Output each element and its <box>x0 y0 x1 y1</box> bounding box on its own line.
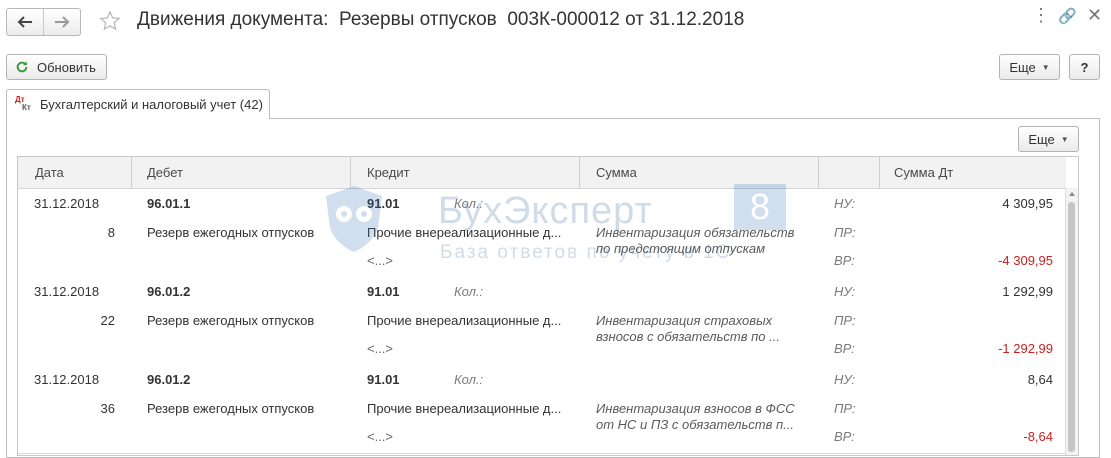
content-line-1: Инвентаризация обязательств <box>596 225 795 240</box>
row-date: 31.12.2018 <box>34 372 100 387</box>
vr-amount: -1 292,99 <box>998 341 1053 356</box>
refresh-button[interactable]: Обновить <box>6 54 107 80</box>
pr-label: ПР: <box>834 313 856 328</box>
column-divider <box>350 157 351 188</box>
scroll-up-icon[interactable] <box>1069 192 1075 196</box>
more-button[interactable]: Еще ▼ <box>999 54 1060 80</box>
vr-label: ВР: <box>834 429 855 444</box>
column-divider <box>879 157 880 188</box>
content-line-2: взносов с обязательств по ... <box>596 329 780 344</box>
entries-table[interactable]: Дата Дебет Кредит Сумма Сумма Дт 31.12.2… <box>17 156 1079 456</box>
credit-subconto-2: <...> <box>367 253 394 268</box>
credit-subconto: Прочие внереализационные д... <box>367 401 562 416</box>
more-label: Еще <box>1009 59 1036 75</box>
favorite-button[interactable] <box>97 8 123 34</box>
nu-label: НУ: <box>834 196 856 211</box>
content-line-1: Инвентаризация взносов в ФСС <box>596 401 795 416</box>
caret-down-icon: ▼ <box>1060 134 1069 144</box>
vr-amount: -4 309,95 <box>998 253 1053 268</box>
vertical-scrollbar[interactable] <box>1065 188 1078 455</box>
row-number: 22 <box>100 313 115 328</box>
header-debit[interactable]: Дебет <box>147 157 183 188</box>
close-icon[interactable]: ✕ <box>1087 5 1102 26</box>
tab-accounting[interactable]: Дт Кт Бухгалтерский и налоговый учет (42… <box>6 89 270 119</box>
vr-label: ВР: <box>834 341 855 356</box>
header-credit[interactable]: Кредит <box>367 157 410 188</box>
header-date[interactable]: Дата <box>35 157 64 188</box>
row-date: 31.12.2018 <box>34 284 100 299</box>
refresh-label: Обновить <box>37 59 96 75</box>
content-line-2: по предстоящим отпускам <box>596 241 766 256</box>
debit-subconto: Резерв ежегодных отпусков <box>147 401 315 416</box>
vr-amount: -8,64 <box>1023 429 1053 444</box>
table-row[interactable]: 31.12.2018 22 96.01.2 Резерв ежегодных о… <box>18 277 1066 366</box>
forward-button[interactable] <box>43 9 80 35</box>
credit-account: 91.01 <box>367 196 400 211</box>
help-label: ? <box>1080 59 1089 75</box>
quantity-label: Кол.: <box>454 284 484 299</box>
nu-amount: 8,64 <box>1027 372 1053 387</box>
pr-label: ПР: <box>834 401 856 416</box>
vr-label: ВР: <box>834 253 855 268</box>
content-line-1: Инвентаризация страховых <box>596 313 773 328</box>
credit-subconto-2: <...> <box>367 429 394 444</box>
dt-kt-icon: Дт Кт <box>15 95 35 113</box>
tab-label: Бухгалтерский и налоговый учет (42) <box>40 97 263 112</box>
debit-account: 96.01.1 <box>147 196 191 211</box>
row-number: 36 <box>100 401 115 416</box>
back-button[interactable] <box>7 9 43 35</box>
history-nav <box>6 8 81 36</box>
nu-amount: 4 309,95 <box>1002 196 1053 211</box>
debit-subconto: Резерв ежегодных отпусков <box>147 313 315 328</box>
nu-label: НУ: <box>834 372 856 387</box>
window-title: Движения документа: Резервы отпусков 003… <box>137 9 745 30</box>
quantity-label: Кол.: <box>454 196 484 211</box>
table-header: Дата Дебет Кредит Сумма Сумма Дт <box>18 157 1066 189</box>
credit-subconto: Прочие внереализационные д... <box>367 225 562 240</box>
link-icon[interactable]: 🔗 <box>1058 7 1077 25</box>
nu-amount: 1 292,99 <box>1002 284 1053 299</box>
kt-mark: Кт <box>22 102 31 112</box>
refresh-icon <box>16 61 28 73</box>
panel-more-label: Еще <box>1028 131 1055 147</box>
table-row[interactable]: 31.12.2018 36 96.01.2 Резерв ежегодных о… <box>18 365 1066 454</box>
table-row[interactable]: 31.12.2018 8 96.01.1 Резерв ежегодных от… <box>18 189 1066 278</box>
credit-account: 91.01 <box>367 372 400 387</box>
header-sum-dt[interactable]: Сумма Дт <box>894 157 953 188</box>
row-number: 8 <box>107 225 115 240</box>
star-icon <box>99 10 121 31</box>
scroll-thumb[interactable] <box>1068 202 1075 452</box>
row-date: 31.12.2018 <box>34 196 100 211</box>
column-divider <box>131 157 132 188</box>
more-actions-icon[interactable]: ⋮ <box>1032 5 1050 26</box>
debit-account: 96.01.2 <box>147 284 191 299</box>
debit-account: 96.01.2 <box>147 372 191 387</box>
header-sum[interactable]: Сумма <box>596 157 637 188</box>
pr-label: ПР: <box>834 225 856 240</box>
content-line-2: от НС и ПЗ с обязательств п... <box>596 417 795 432</box>
caret-down-icon: ▼ <box>1041 62 1050 72</box>
nu-label: НУ: <box>834 284 856 299</box>
help-button[interactable]: ? <box>1069 54 1100 80</box>
credit-account: 91.01 <box>367 284 400 299</box>
column-divider <box>579 157 580 188</box>
column-divider <box>818 157 819 188</box>
credit-subconto: Прочие внереализационные д... <box>367 313 562 328</box>
arrow-left-icon <box>17 16 32 28</box>
credit-subconto-2: <...> <box>367 341 394 356</box>
arrow-right-icon <box>55 16 70 28</box>
panel-more-button[interactable]: Еще ▼ <box>1018 126 1079 152</box>
debit-subconto: Резерв ежегодных отпусков <box>147 225 315 240</box>
quantity-label: Кол.: <box>454 372 484 387</box>
